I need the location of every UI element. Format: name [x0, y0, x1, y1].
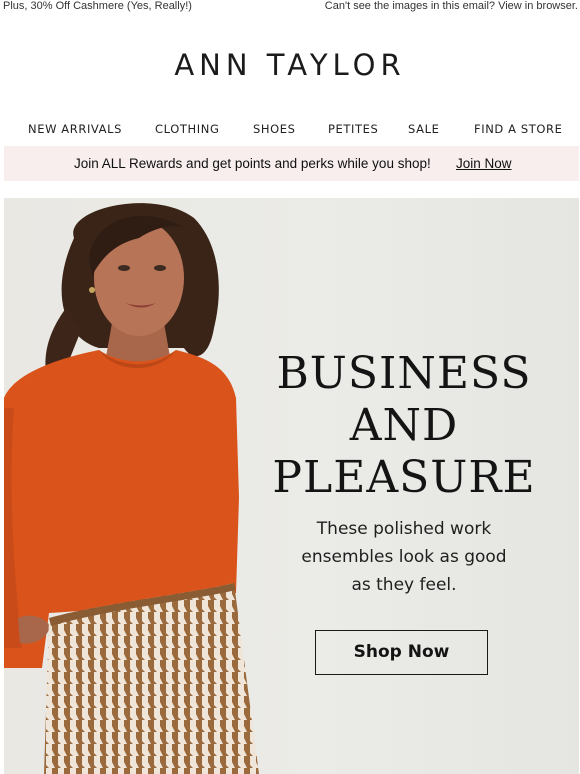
nav-item-sale[interactable]: SALE [408, 122, 439, 136]
hero-subtext: These polished work ensembles look as go… [276, 515, 532, 599]
join-now-link[interactable]: Join Now [456, 146, 512, 181]
headline-line-1: BUSINESS [276, 348, 532, 399]
shop-now-button[interactable]: Shop Now [315, 630, 488, 675]
main-nav: NEW ARRIVALS CLOTHING SHOES PETITES SALE… [0, 122, 580, 138]
view-in-browser-link[interactable]: Can't see the images in this email? View… [325, 0, 578, 12]
brand-logo[interactable]: ANN TAYLOR [0, 48, 580, 82]
hero-banner[interactable]: BUSINESS AND PLEASURE These polished wor… [4, 198, 579, 774]
subtext-line-2: ensembles look as good [301, 547, 507, 567]
subtext-line-1: These polished work [316, 519, 492, 539]
headline-line-3: PLEASURE [272, 452, 536, 503]
subtext-line-3: as they feel. [351, 575, 457, 595]
preheader-promo-text: Plus, 30% Off Cashmere (Yes, Really!) [3, 0, 192, 12]
nav-item-new-arrivals[interactable]: NEW ARRIVALS [28, 122, 122, 136]
nav-item-shoes[interactable]: SHOES [253, 122, 296, 136]
nav-item-clothing[interactable]: CLOTHING [155, 122, 219, 136]
rewards-banner: Join ALL Rewards and get points and perk… [4, 146, 579, 181]
hero-headline: BUSINESS AND PLEASURE [256, 348, 552, 504]
nav-item-find-a-store[interactable]: FIND A STORE [474, 122, 562, 136]
preheader: Plus, 30% Off Cashmere (Yes, Really!) Ca… [0, 0, 580, 14]
headline-line-2: AND [349, 400, 459, 451]
rewards-message: Join ALL Rewards and get points and perk… [74, 156, 431, 171]
nav-item-petites[interactable]: PETITES [328, 122, 378, 136]
